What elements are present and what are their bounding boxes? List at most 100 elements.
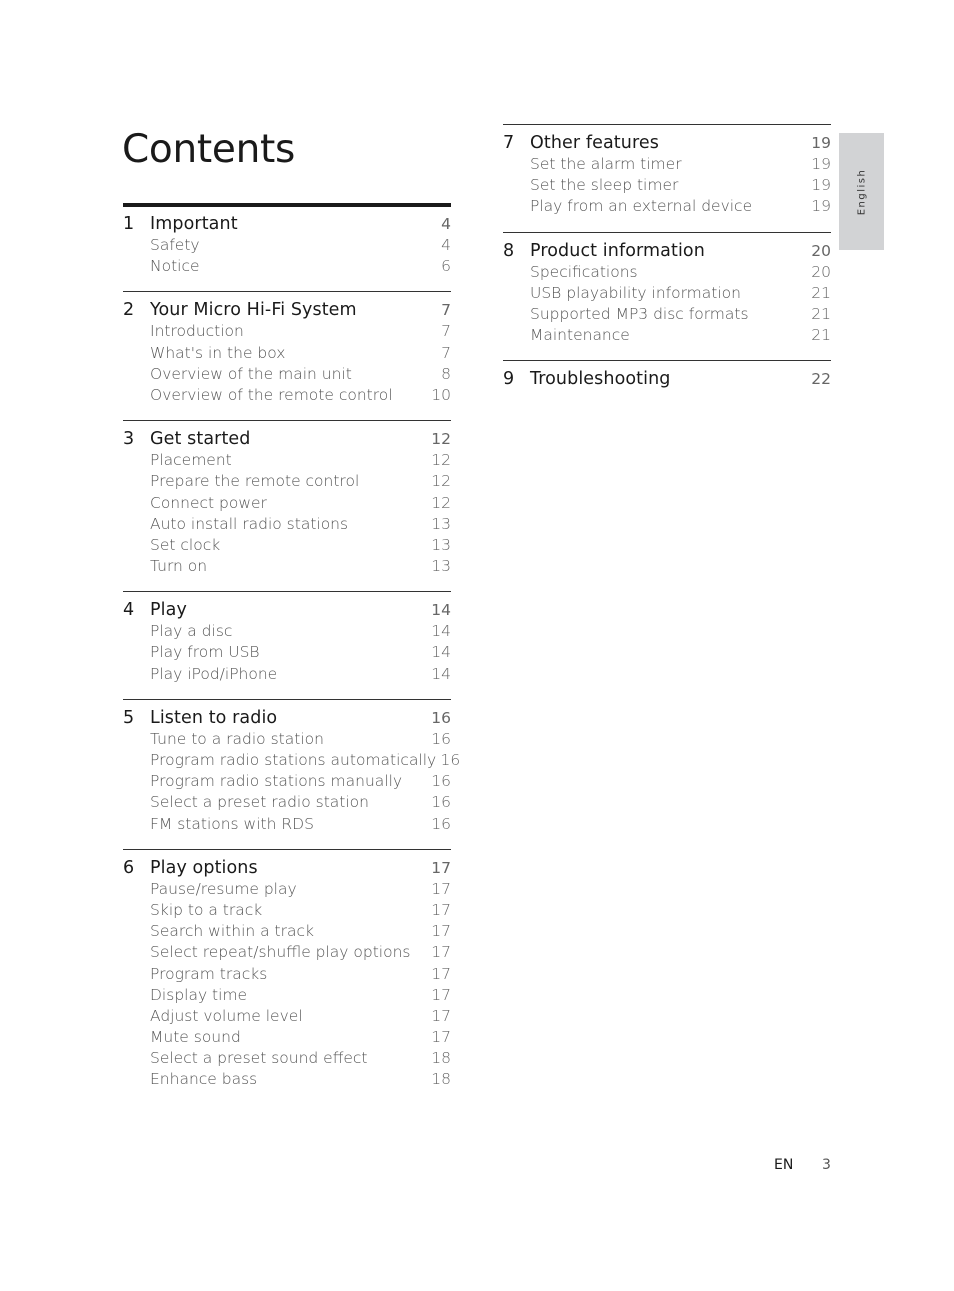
subentry-page: 19 (811, 155, 831, 173)
chapter-title: Troubleshooting (530, 369, 671, 390)
chapter-number: 7 (503, 133, 515, 153)
toc-subentry[interactable]: Overview of the main unit 8 (123, 364, 451, 385)
subentry-page: 13 (431, 535, 451, 554)
chapter-page: 4 (441, 215, 451, 233)
subentry-title: Mute sound (150, 1028, 241, 1047)
subentry-title: Program radio stations manually (150, 772, 403, 791)
toc-chapter-entry[interactable]: 3 Get started 12 (123, 428, 451, 450)
subentry-title: FM stations with RDS (150, 814, 314, 833)
subentry-page: 18 (431, 1070, 451, 1089)
toc-subentry[interactable]: Play iPod/iPhone 14 (123, 664, 451, 685)
toc-section: 9 Troubleshooting 22 (503, 360, 831, 404)
subentry-page: 17 (431, 879, 451, 898)
toc-section: 5 Listen to radio 16 Tune to a radio statio… (123, 698, 460, 849)
page-number: 3 (822, 1157, 831, 1173)
subentry-page: 17 (431, 1006, 451, 1025)
toc-chapter-entry[interactable]: 1 Important 4 (123, 213, 451, 235)
chapter-number: 6 (123, 857, 135, 878)
subentry-page: 7 (441, 322, 451, 341)
toc-chapter-entry[interactable]: 9 Troubleshooting 22 (503, 368, 831, 390)
toc-subentry[interactable]: Auto install radio stations 13 (123, 514, 451, 535)
chapter-number: 2 (123, 300, 135, 321)
toc-subentry[interactable]: Display time 17 (123, 985, 451, 1006)
toc-section: 2 Your Micro Hi-Fi System 7 Introduction 7 Wh… (123, 291, 451, 420)
toc-subentry[interactable]: Mute sound 17 (123, 1027, 451, 1048)
toc-column-left: 1 Important 4 Safety 4 Notice 6 2 Your Micro Hi-… (123, 203, 460, 1105)
subentry-title: Enhance bass (150, 1070, 258, 1089)
toc-section: 4 Play 14 Play a disc 14 Play from USB 14 Play … (123, 591, 451, 699)
toc-subentry[interactable]: Set the sleep timer 19 (503, 175, 831, 196)
toc-subentry[interactable]: Program radio stations automatically 16 (123, 750, 460, 771)
chapter-title: Other features (530, 133, 659, 153)
toc-subentry[interactable]: Notice 6 (123, 256, 451, 277)
subentry-title: Select repeat/shuffle play options (150, 943, 411, 962)
toc-chapter-entry[interactable]: 2 Your Micro Hi-Fi System 7 (123, 299, 451, 321)
subentry-page: 14 (431, 643, 451, 662)
subentry-page: 7 (441, 343, 451, 362)
chapter-page: 17 (431, 858, 451, 877)
chapter-title: Play (150, 600, 187, 621)
toc-subentry[interactable]: Search within a track 17 (123, 921, 451, 942)
chapter-page: 14 (431, 601, 451, 620)
toc-subentry[interactable]: Supported MP3 disc formats 21 (503, 304, 831, 325)
toc-subentry[interactable]: Program tracks 17 (123, 964, 451, 985)
toc-subentry[interactable]: FM stations with RDS 16 (123, 814, 451, 835)
chapter-number: 1 (123, 214, 135, 234)
subentry-title: Adjust volume level (150, 1006, 303, 1025)
toc-subentry[interactable]: Select a preset sound effect 18 (123, 1048, 451, 1069)
chapter-page: 16 (431, 708, 451, 727)
toc-subentry[interactable]: Play from USB 14 (123, 642, 451, 663)
toc-subentry[interactable]: Tune to a radio station 16 (123, 729, 451, 750)
subentry-page: 12 (431, 451, 451, 470)
subentry-page: 19 (811, 176, 831, 195)
toc-subentry[interactable]: Pause/resume play 17 (123, 879, 451, 900)
language-tab-label: English (856, 168, 867, 215)
subentry-title: Auto install radio stations (150, 514, 349, 533)
toc-subentry[interactable]: Select a preset radio station 16 (123, 792, 451, 813)
toc-subentry[interactable]: Select repeat/shuffle play options 17 (123, 942, 451, 963)
subentry-page: 21 (811, 326, 831, 345)
subentry-page: 12 (431, 493, 451, 512)
toc-subentry[interactable]: Overview of the remote control 10 (123, 385, 451, 406)
toc-subentry[interactable]: Set the alarm timer 19 (503, 154, 831, 175)
subentry-title: Tune to a radio station (150, 729, 324, 748)
toc-subentry[interactable]: Play a disc 14 (123, 621, 451, 642)
toc-subentry[interactable]: Enhance bass 18 (123, 1069, 451, 1090)
subentry-title: Play from USB (150, 643, 260, 662)
toc-chapter-entry[interactable]: 8 Product information 20 (503, 240, 831, 262)
toc-chapter-entry[interactable]: 4 Play 14 (123, 599, 451, 621)
toc-chapter-entry[interactable]: 7 Other features 19 (503, 132, 831, 154)
subentry-title: Select a preset radio station (150, 793, 369, 812)
chapter-title: Get started (150, 429, 251, 450)
toc-subentry[interactable]: Program radio stations manually 16 (123, 771, 451, 792)
toc-chapter-entry[interactable]: 6 Play options 17 (123, 857, 451, 879)
toc-subentry[interactable]: Connect power 12 (123, 493, 451, 514)
toc-subentry[interactable]: Turn on 13 (123, 556, 451, 577)
subentry-page: 17 (431, 922, 451, 941)
toc-subentry[interactable]: Safety 4 (123, 235, 451, 256)
toc-subentry[interactable]: Prepare the remote control 12 (123, 471, 451, 492)
subentry-page: 17 (431, 900, 451, 919)
subentry-title: Supported MP3 disc formats (530, 304, 749, 323)
subentry-page: 14 (431, 664, 451, 683)
subentry-title: Play a disc (150, 622, 233, 641)
chapter-title: Play options (150, 857, 258, 878)
toc-subentry[interactable]: Maintenance 21 (503, 325, 831, 346)
toc-subentry[interactable]: Set clock 13 (123, 535, 451, 556)
chapter-page: 19 (811, 134, 831, 152)
toc-subentry[interactable]: Specifications 20 (503, 262, 831, 283)
toc-subentry[interactable]: What's in the box 7 (123, 343, 451, 364)
subentry-title: Connect power (150, 493, 267, 512)
toc-subentry[interactable]: Skip to a track 17 (123, 900, 451, 921)
toc-subentry[interactable]: Adjust volume level 17 (123, 1006, 451, 1027)
toc-subentry[interactable]: USB playability information 21 (503, 283, 831, 304)
toc-subentry[interactable]: Placement 12 (123, 450, 451, 471)
subentry-page: 17 (431, 1028, 451, 1047)
toc-subentry[interactable]: Play from an external device 19 (503, 196, 831, 217)
toc-subentry[interactable]: Introduction 7 (123, 321, 451, 342)
subentry-title: Display time (150, 985, 248, 1004)
toc-chapter-entry[interactable]: 5 Listen to radio 16 (123, 707, 451, 729)
